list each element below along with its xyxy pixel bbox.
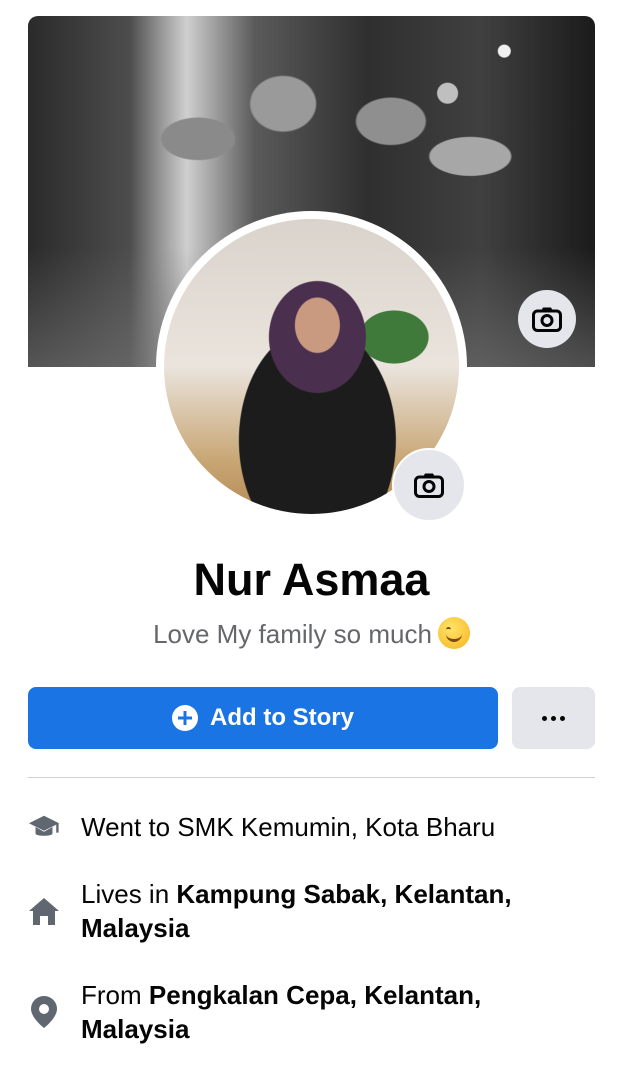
- divider: [28, 777, 595, 778]
- lives-in-row: Lives in Kampung Sabak, Kelantan, Malays…: [28, 877, 595, 945]
- more-dots-icon: [542, 715, 565, 721]
- from-text: From Pengkalan Cepa, Kelantan, Malaysia: [81, 978, 595, 1046]
- location-pin-icon: [28, 996, 60, 1028]
- lives-in-text: Lives in Kampung Sabak, Kelantan, Malays…: [81, 877, 595, 945]
- bio-text: Love My family so much: [153, 619, 432, 649]
- add-to-story-label: Add to Story: [210, 704, 354, 731]
- more-options-button[interactable]: [512, 687, 595, 749]
- profile-camera-button[interactable]: [392, 448, 466, 522]
- education-text: Went to SMK Kemumin, Kota Bharu: [81, 812, 496, 842]
- camera-icon: [414, 473, 444, 498]
- education-row: Went to SMK Kemumin, Kota Bharu: [28, 810, 595, 844]
- smiling-face-emoji: [437, 617, 470, 649]
- plus-circle-icon: [172, 705, 198, 731]
- add-to-story-button[interactable]: Add to Story: [28, 687, 498, 749]
- from-row: From Pengkalan Cepa, Kelantan, Malaysia: [28, 978, 595, 1046]
- from-prefix: From: [81, 980, 149, 1010]
- profile-name: Nur Asmaa: [193, 554, 430, 605]
- graduation-cap-icon: [28, 811, 60, 843]
- profile-bio: Love My family so much: [0, 614, 623, 654]
- home-icon: [28, 895, 60, 927]
- cover-camera-button[interactable]: [518, 290, 576, 348]
- camera-icon: [532, 307, 562, 332]
- lives-in-prefix: Lives in: [81, 879, 177, 909]
